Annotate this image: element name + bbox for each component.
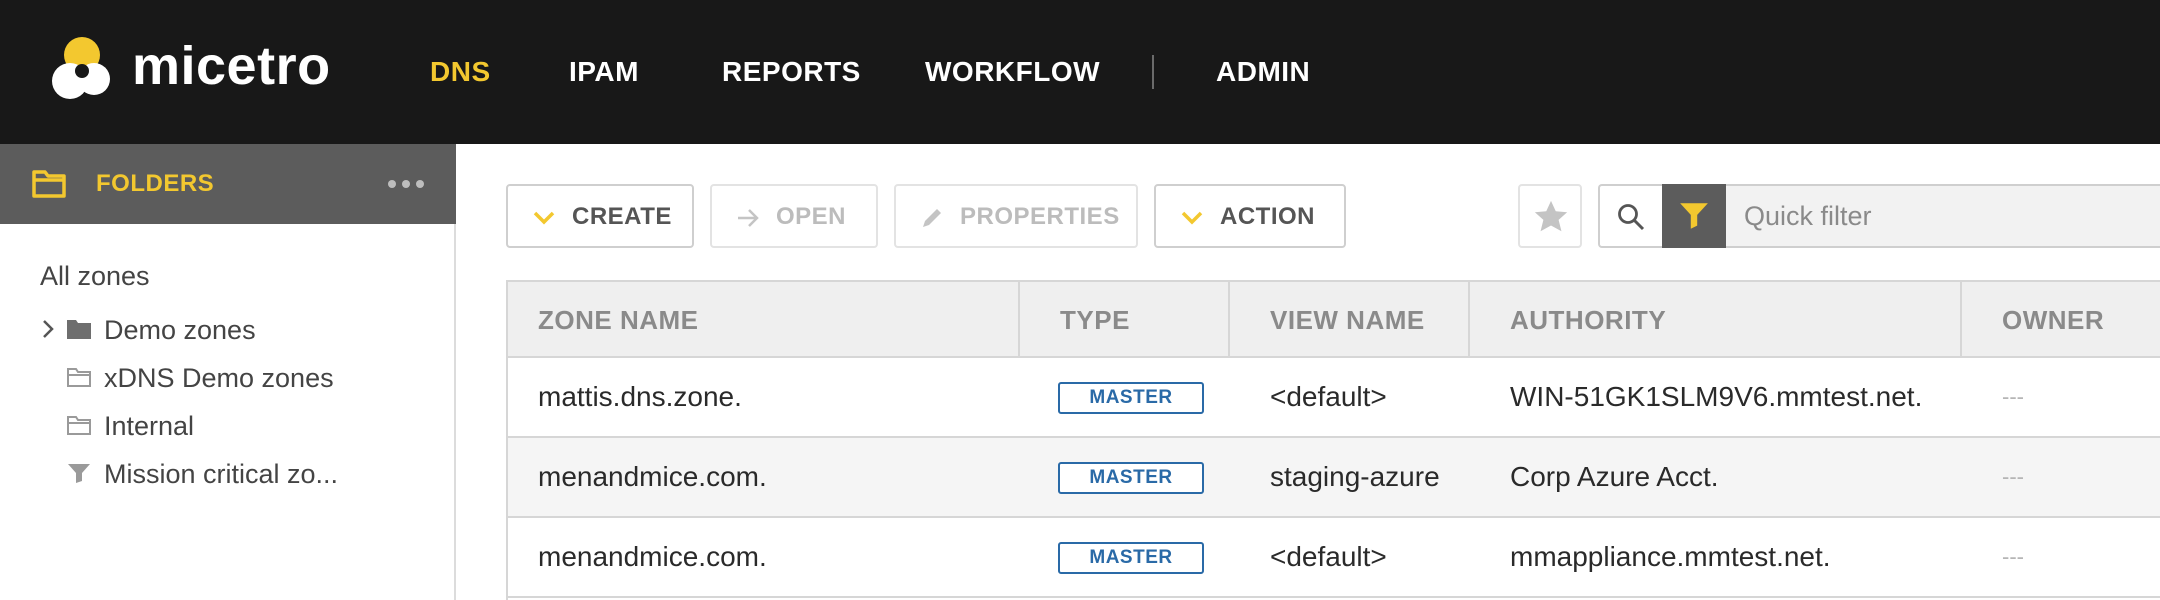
folders-title: FOLDERS: [96, 170, 215, 197]
table-header: ZONE NAME TYPE VIEW NAME AUTHORITY OWNER: [508, 282, 2160, 358]
column-header-zone-name[interactable]: ZONE NAME: [508, 282, 1020, 358]
nav-admin[interactable]: ADMIN: [1216, 52, 1310, 92]
cell-owner: ---: [2002, 544, 2024, 569]
column-header-type[interactable]: TYPE: [1020, 282, 1230, 358]
chevron-down-icon: [1181, 211, 1203, 225]
table-row[interactable]: mattis.dns.zone. MASTER <default> WIN-51…: [508, 358, 2160, 438]
tree-item-label: Internal: [104, 411, 195, 441]
folder-icon: [32, 170, 66, 198]
tree-item-label: Demo zones: [104, 315, 256, 345]
quick-filter-input[interactable]: [1726, 184, 2160, 248]
table-row[interactable]: menandmice.com. MASTER <default> mmappli…: [508, 518, 2160, 598]
tree-item-all-zones[interactable]: All zones: [40, 258, 150, 294]
action-button-label: ACTION: [1220, 203, 1315, 230]
zone-type-badge: MASTER: [1058, 462, 1204, 494]
cell-zone-name: menandmice.com.: [538, 541, 767, 572]
micetro-logo[interactable]: micetro: [52, 30, 352, 106]
filter-icon: [68, 464, 90, 483]
chevron-right-icon[interactable]: [40, 318, 56, 340]
nav-divider: [1152, 55, 1154, 89]
filter-toggle-button[interactable]: [1662, 184, 1726, 248]
table-row[interactable]: menandmice.com. MASTER staging-azure Cor…: [508, 438, 2160, 518]
cell-view-name: <default>: [1270, 381, 1387, 412]
tree-item-demo-zones[interactable]: Demo zones: [40, 312, 440, 348]
filter-icon: [1680, 203, 1708, 229]
nav-reports[interactable]: REPORTS: [722, 52, 861, 92]
tree-item-xdns-demo-zones[interactable]: xDNS Demo zones: [40, 360, 440, 396]
folder-filled-icon: [67, 320, 91, 339]
top-navigation-bar: micetro DNS IPAM REPORTS WORKFLOW ADMIN: [0, 0, 2160, 144]
chevron-down-icon: [533, 211, 555, 225]
pencil-icon: [923, 209, 941, 227]
action-button[interactable]: ACTION: [1154, 184, 1346, 248]
tree-item-label: Mission critical zo...: [104, 459, 339, 489]
open-button-label: OPEN: [776, 203, 847, 230]
search-icon: [1618, 204, 1645, 231]
cell-view-name: staging-azure: [1270, 461, 1440, 492]
folders-header: FOLDERS: [0, 144, 456, 224]
cell-view-name: <default>: [1270, 541, 1387, 572]
tree-item-label: xDNS Demo zones: [104, 363, 334, 393]
tree-item-internal[interactable]: Internal: [40, 408, 440, 444]
zones-table: ZONE NAME TYPE VIEW NAME AUTHORITY OWNER…: [506, 280, 2160, 600]
cell-zone-name: menandmice.com.: [538, 461, 767, 492]
properties-button-label: PROPERTIES: [960, 203, 1120, 230]
nav-dns[interactable]: DNS: [430, 52, 491, 92]
search-button[interactable]: [1598, 184, 1662, 248]
folders-sidebar: FOLDERS All zones Demo zones xDNS Demo z…: [0, 144, 456, 600]
cell-authority: mmappliance.mmtest.net.: [1510, 541, 1831, 572]
properties-button[interactable]: PROPERTIES: [894, 184, 1138, 248]
star-icon: [1534, 200, 1568, 232]
zone-type-badge: MASTER: [1058, 542, 1204, 574]
nav-workflow[interactable]: WORKFLOW: [925, 52, 1100, 92]
cell-zone-name: mattis.dns.zone.: [538, 381, 742, 412]
favorite-button[interactable]: [1518, 184, 1582, 248]
create-button[interactable]: CREATE: [506, 184, 694, 248]
cell-authority: WIN-51GK1SLM9V6.mmtest.net.: [1510, 381, 1923, 412]
arrow-right-icon: [738, 209, 759, 227]
column-header-view-name[interactable]: VIEW NAME: [1230, 282, 1470, 358]
zone-type-badge: MASTER: [1058, 382, 1204, 414]
create-button-label: CREATE: [572, 203, 672, 230]
column-header-authority[interactable]: AUTHORITY: [1470, 282, 1962, 358]
cell-owner: ---: [2002, 464, 2024, 489]
logo-text: micetro: [132, 36, 331, 96]
cell-authority: Corp Azure Acct.: [1510, 461, 1719, 492]
cell-owner: ---: [2002, 384, 2024, 409]
column-header-owner[interactable]: OWNER: [1962, 282, 2160, 358]
folder-outline-icon: [67, 368, 91, 387]
folder-outline-icon: [67, 416, 91, 435]
open-button[interactable]: OPEN: [710, 184, 878, 248]
nav-ipam[interactable]: IPAM: [569, 52, 639, 92]
micetro-logo-icon: [52, 37, 110, 99]
more-dots-icon[interactable]: [388, 174, 428, 194]
tree-item-mission-critical[interactable]: Mission critical zo...: [40, 456, 440, 492]
